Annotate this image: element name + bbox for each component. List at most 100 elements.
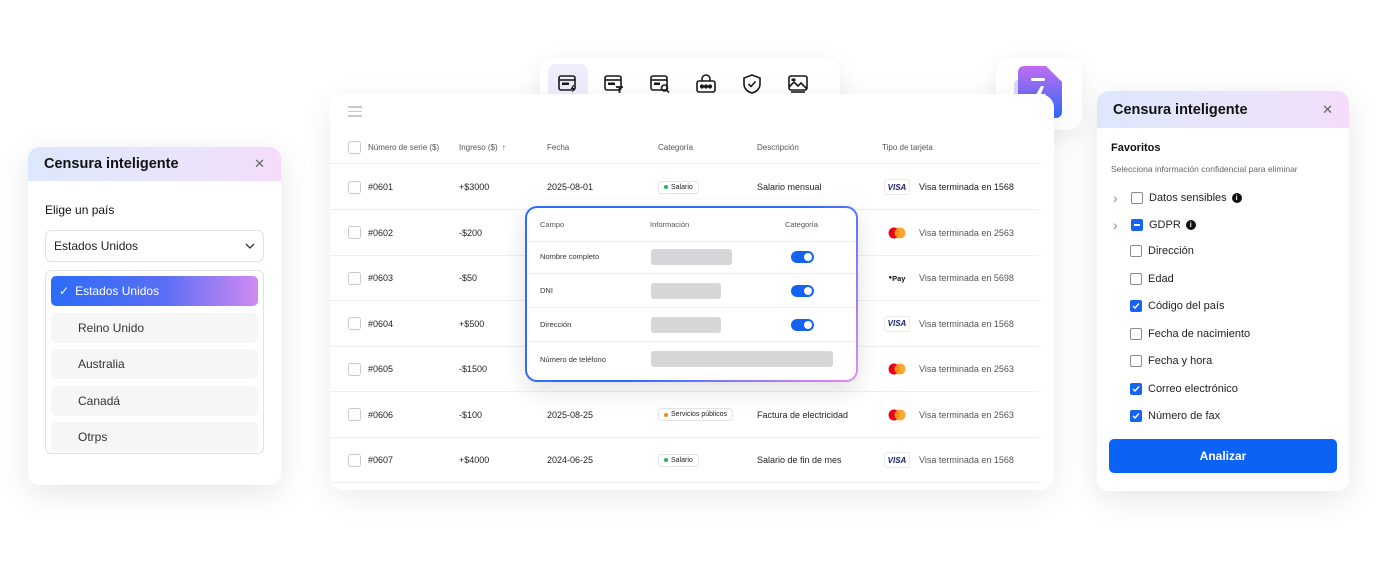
country-option-label: Canadá (78, 393, 121, 408)
visa-logo-icon: VISA (884, 315, 910, 332)
item-checkbox[interactable] (1130, 382, 1142, 395)
income-cell: +$4000 (459, 455, 490, 465)
close-icon[interactable]: ✕ (1322, 102, 1333, 118)
table-fade (1030, 94, 1054, 490)
country-select[interactable]: Estados Unidos (45, 230, 264, 262)
col-serial[interactable]: Número de serie ($) (368, 132, 439, 163)
income-cell: -$100 (459, 409, 483, 420)
country-option[interactable]: Reino Unido (51, 312, 258, 343)
category-dot-icon (664, 185, 668, 189)
card-text: Visa terminada en 1568 (919, 318, 1014, 329)
redacted-info-bar (651, 282, 721, 299)
row-checkbox[interactable] (348, 317, 361, 330)
item-checkbox[interactable] (1130, 327, 1142, 340)
card-text: Visa terminada en 1568 (919, 182, 1014, 192)
field-name: Número de teléfono (540, 354, 606, 364)
item-label: Dirección (1148, 245, 1194, 257)
category-item[interactable]: Edad (1130, 272, 1174, 285)
card-text: Visa terminada en 2563 (919, 364, 1014, 374)
menu-icon[interactable] (348, 106, 362, 117)
redacted-info-bar (651, 248, 732, 265)
col-category[interactable]: Categoría (658, 132, 693, 163)
info-icon[interactable]: i (1231, 193, 1242, 203)
item-checkbox[interactable] (1130, 272, 1142, 285)
category-badge: Servicios públicos (658, 408, 734, 421)
card-text: Visa terminada en 5698 (919, 273, 1014, 283)
country-label: Elige un país (45, 203, 115, 217)
visa-logo-label: VISA (887, 455, 907, 465)
country-options-list: ✓ Estados Unidos Reino Unido Australia Canad… (45, 270, 264, 454)
field-name: DNI (540, 286, 553, 295)
serial-cell: #0607 (368, 455, 394, 465)
category-toggle[interactable] (791, 318, 814, 331)
col-income-label: Ingreso ($) (459, 143, 498, 152)
panel-title: Censura inteligente (44, 156, 179, 172)
serial-cell: #0605 (368, 364, 394, 374)
category-item[interactable]: Dirección (1130, 245, 1194, 257)
info-icon[interactable]: i (1185, 220, 1196, 230)
row-checkbox[interactable] (348, 362, 361, 376)
card-text: Visa terminada en 2563 (919, 227, 1014, 238)
sort-arrow-up-icon: ↑ (501, 143, 506, 152)
date-cell: 2025-08-01 (547, 182, 594, 192)
item-checkbox[interactable] (1130, 355, 1142, 367)
country-option[interactable]: Australia (51, 349, 258, 379)
category-item[interactable]: Fecha de nacimiento (1130, 327, 1250, 340)
item-checkbox[interactable] (1130, 245, 1142, 257)
col-date[interactable]: Fecha (547, 132, 569, 163)
row-checkbox[interactable] (348, 453, 361, 467)
item-checkbox[interactable] (1130, 300, 1142, 312)
row-checkbox[interactable] (348, 271, 361, 285)
description-cell: Salario mensual (757, 182, 822, 192)
row-checkbox[interactable] (348, 226, 361, 239)
country-option-label: Australia (78, 357, 125, 371)
country-option[interactable]: Otrps (51, 422, 258, 452)
item-label: Fecha y hora (1148, 355, 1213, 367)
row-checkbox[interactable] (348, 408, 361, 421)
redacted-info-bar (651, 316, 721, 333)
category-item[interactable]: Código del país (1130, 300, 1224, 312)
mastercard-logo-icon (884, 224, 910, 241)
field-name: Nombre completo (540, 252, 600, 261)
category-toggle[interactable] (791, 284, 814, 297)
select-all-checkbox[interactable] (348, 141, 361, 154)
chevron-down-icon (245, 243, 255, 249)
item-checkbox[interactable] (1130, 410, 1142, 422)
apple-pay-text: Pay (892, 273, 906, 283)
category-item[interactable]: Fecha y hora (1130, 355, 1212, 367)
group-checkbox[interactable] (1131, 192, 1143, 204)
chevron-right-icon[interactable]: › (1113, 190, 1125, 206)
table-row[interactable]: #0601 +$3000 2025-08-01 Salario Salario mens… (330, 165, 1043, 210)
category-dot-icon (664, 412, 668, 417)
group-checkbox[interactable] (1131, 219, 1143, 231)
col-income[interactable]: Ingreso ($) ↑ (459, 132, 506, 163)
table-row[interactable]: #0607 +$4000 2024-06-25 Salario Salario de f… (330, 438, 1043, 483)
country-select-value: Estados Unidos (54, 239, 139, 253)
chevron-right-icon[interactable]: › (1113, 217, 1125, 233)
category-item[interactable]: Número de fax (1130, 410, 1220, 422)
country-option-label: Reino Unido (78, 320, 145, 335)
col-description[interactable]: Descripción (757, 132, 799, 163)
row-checkbox[interactable] (348, 180, 361, 194)
col-card-type[interactable]: Tipo de tarjeta (882, 132, 933, 163)
analyze-button[interactable]: Analizar (1109, 439, 1337, 473)
country-option[interactable]: Canadá (51, 385, 258, 416)
category-item[interactable]: Correo electrónico (1130, 382, 1238, 395)
mastercard-logo-icon (884, 406, 910, 423)
popup-col-field: Campo (540, 220, 565, 229)
category-group[interactable]: › Datos sensibles i (1113, 190, 1242, 206)
income-cell: +$3000 (459, 182, 490, 192)
item-label: Número de fax (1148, 410, 1221, 422)
category-group[interactable]: › GDPR i (1113, 217, 1196, 233)
serial-cell: #0603 (368, 273, 394, 283)
country-option-label: Estados Unidos (75, 284, 160, 298)
country-option[interactable]: ✓ Estados Unidos (51, 276, 258, 306)
table-row[interactable]: #0606 -$100 2025-08-25 Servicios públicos Fa… (330, 393, 1043, 438)
description-cell: Salario de fin de mes (757, 455, 842, 465)
close-icon[interactable]: ✕ (254, 156, 265, 172)
serial-cell: #0606 (368, 409, 394, 420)
popup-field-row: Nombre completo (527, 240, 856, 274)
field-name: Dirección (540, 320, 572, 329)
applepay-logo-icon: ● Pay (884, 270, 910, 286)
category-toggle[interactable] (791, 250, 814, 263)
